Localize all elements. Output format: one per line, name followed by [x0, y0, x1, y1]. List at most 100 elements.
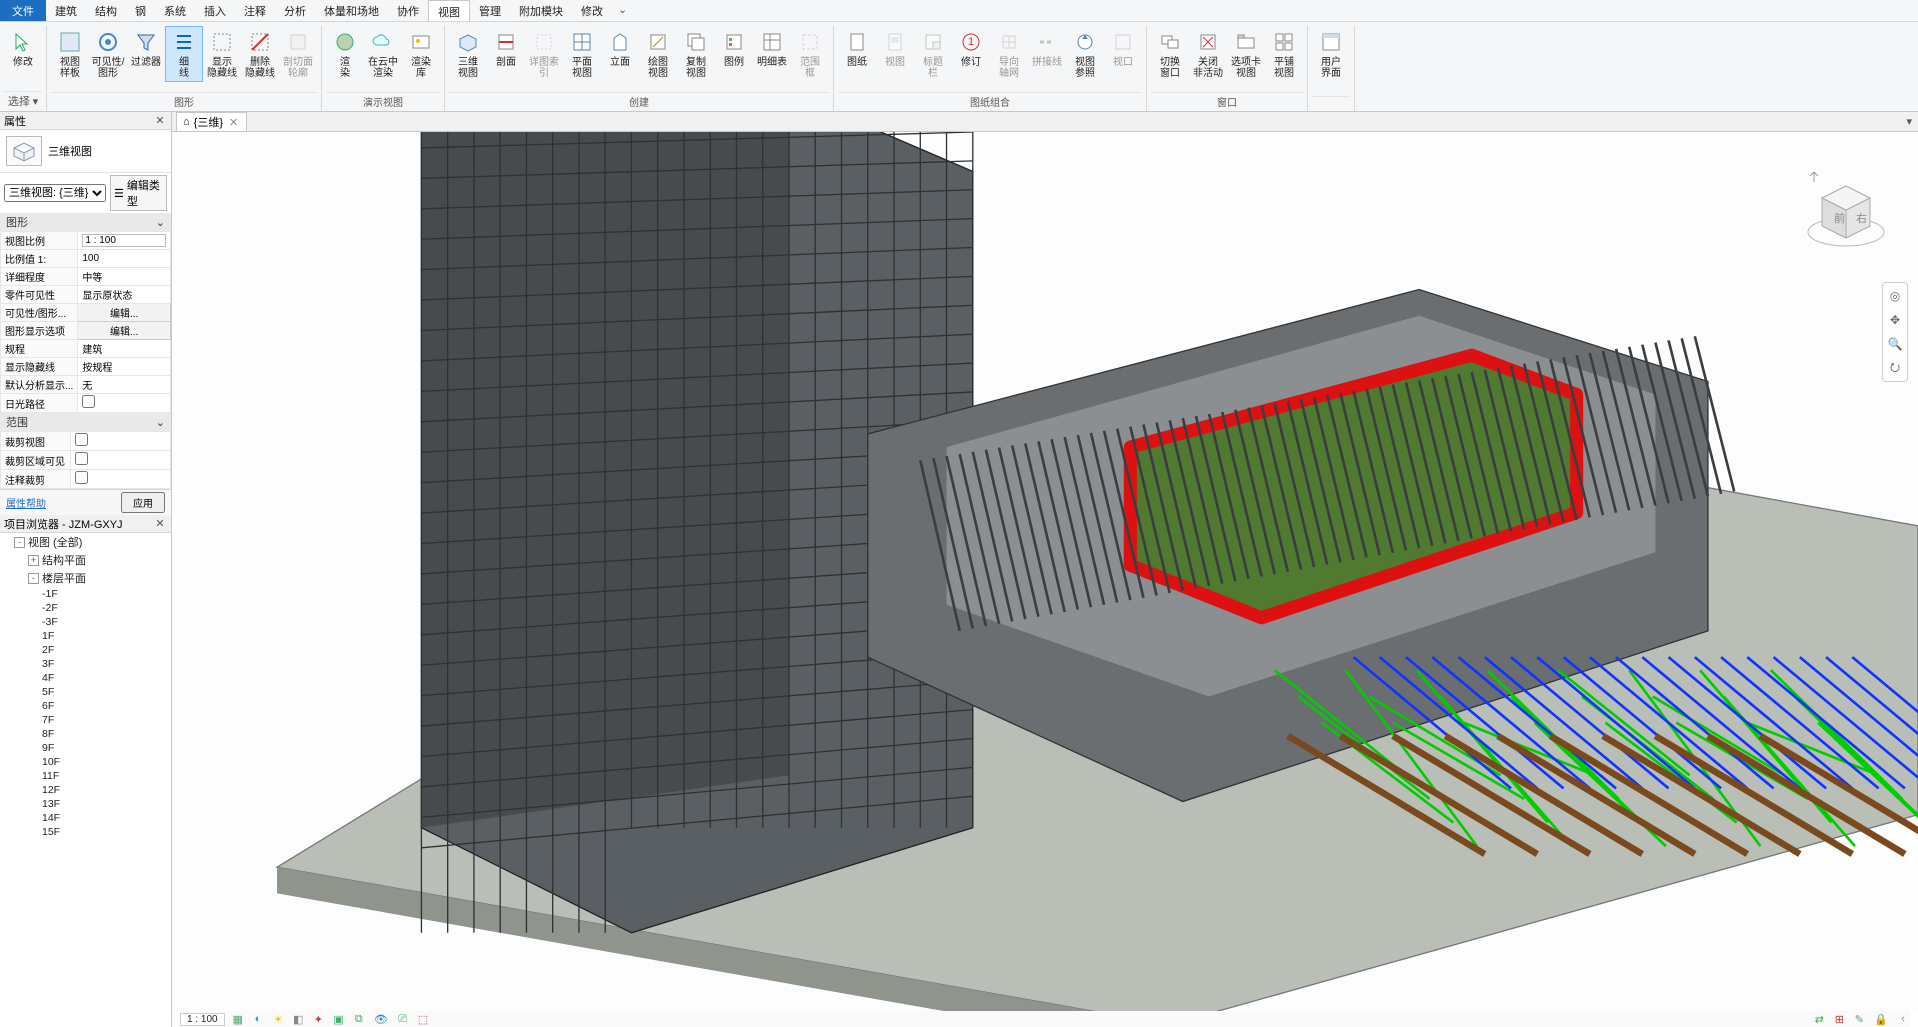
- tab-massingsite[interactable]: 体量和场地: [315, 0, 388, 21]
- section-graphics[interactable]: 图形⌄: [0, 213, 171, 231]
- prop-input[interactable]: [82, 234, 166, 247]
- instance-select[interactable]: 三维视图: {三维}: [4, 184, 106, 202]
- browser-floor-item[interactable]: 4F: [42, 671, 171, 685]
- browser-floor-item[interactable]: 15F: [42, 825, 171, 839]
- browser-struct[interactable]: 结构平面: [42, 552, 86, 568]
- browser-floor-item[interactable]: 9F: [42, 741, 171, 755]
- prop-value[interactable]: 无: [78, 376, 171, 394]
- ribbon-elevation-button[interactable]: 立面: [601, 26, 639, 71]
- tab-modify[interactable]: 修改: [572, 0, 612, 21]
- properties-help-link[interactable]: 属性帮助: [6, 495, 46, 510]
- temporary-hide-icon[interactable]: ⎚: [396, 1012, 410, 1026]
- apply-button[interactable]: 应用: [121, 492, 165, 513]
- prop-value[interactable]: 中等: [78, 268, 171, 286]
- tab-view[interactable]: 视图: [428, 0, 470, 21]
- browser-floor-item[interactable]: 2F: [42, 643, 171, 657]
- close-icon[interactable]: ✕: [153, 114, 167, 127]
- browser-floor-item[interactable]: 1F: [42, 629, 171, 643]
- tab-systems[interactable]: 系统: [155, 0, 195, 21]
- ribbon-template-button[interactable]: 视图 样板: [51, 26, 89, 82]
- browser-floor-item[interactable]: 10F: [42, 755, 171, 769]
- browser-floor-item[interactable]: -3F: [42, 615, 171, 629]
- analytical-icon[interactable]: ⊞: [1832, 1012, 1846, 1026]
- expand-icon[interactable]: +: [28, 555, 39, 566]
- steering-wheel-icon[interactable]: ◎: [1886, 287, 1904, 305]
- worksharing-icon[interactable]: ⇄: [1812, 1012, 1826, 1026]
- project-browser[interactable]: - 视图 (全部) + 结构平面 - 楼层平面 -1F-2F-3F1F2F3F4…: [0, 533, 171, 1027]
- ribbon-removehidden-button[interactable]: 删除 隐藏线: [241, 26, 279, 82]
- render-icon[interactable]: ✦: [311, 1012, 325, 1026]
- tab-addins[interactable]: 附加模块: [510, 0, 572, 21]
- prop-value[interactable]: 显示原状态: [78, 286, 171, 304]
- ribbon-cloudrender-button[interactable]: 在云中 渲染: [364, 26, 402, 82]
- tab-steel[interactable]: 钢: [126, 0, 155, 21]
- more-icon[interactable]: ‹: [1896, 1012, 1910, 1026]
- browser-floor-item[interactable]: 11F: [42, 769, 171, 783]
- collapse-icon[interactable]: -: [14, 537, 25, 548]
- ribbon-showhidden-button[interactable]: 显示 隐藏线: [203, 26, 241, 82]
- browser-floor-item[interactable]: 13F: [42, 797, 171, 811]
- unhide-icon[interactable]: 👁: [372, 1012, 390, 1026]
- prop-value[interactable]: 编辑...: [78, 304, 171, 322]
- ribbon-tileviews-button[interactable]: 平铺 视图: [1265, 26, 1303, 82]
- tabs-options[interactable]: ▾: [1900, 115, 1918, 128]
- tab-analyze[interactable]: 分析: [275, 0, 315, 21]
- ribbon-revisions-button[interactable]: 1修订: [952, 26, 990, 71]
- browser-floor-item[interactable]: 8F: [42, 727, 171, 741]
- tab-structure[interactable]: 结构: [86, 0, 126, 21]
- detail-level-icon[interactable]: ▦: [231, 1012, 245, 1026]
- crop-icon[interactable]: ▣: [331, 1012, 345, 1026]
- ribbon-3dview-button[interactable]: 三维 视图: [449, 26, 487, 82]
- browser-floor-item[interactable]: 3F: [42, 657, 171, 671]
- prop-checkbox[interactable]: [75, 433, 88, 446]
- ribbon-filters-button[interactable]: 过滤器: [127, 26, 165, 71]
- ribbon-render-button[interactable]: 渲 染: [326, 26, 364, 82]
- doc-tab-3d[interactable]: ⌂ {三维} ✕: [176, 112, 247, 131]
- prop-value[interactable]: [78, 394, 171, 413]
- prop-value[interactable]: [71, 470, 171, 489]
- tab-collaborate[interactable]: 协作: [388, 0, 428, 21]
- prop-checkbox[interactable]: [82, 395, 95, 408]
- shadows-icon[interactable]: ◧: [291, 1012, 305, 1026]
- tab-architecture[interactable]: 建筑: [46, 0, 86, 21]
- browser-floor-item[interactable]: -2F: [42, 601, 171, 615]
- visual-style-icon[interactable]: ◐: [251, 1012, 265, 1026]
- browser-floorplans[interactable]: 楼层平面: [42, 570, 86, 586]
- ribbon-dupview-button[interactable]: 复制 视图: [677, 26, 715, 82]
- ribbon-ui-button[interactable]: 用户 界面: [1312, 26, 1350, 82]
- ribbon-visibility-button[interactable]: 可见性/ 图形: [89, 26, 127, 82]
- crop-region-icon[interactable]: ⧉: [352, 1012, 366, 1026]
- ribbon-viewref-button[interactable]: 视图 参照: [1066, 26, 1104, 82]
- prop-checkbox[interactable]: [75, 452, 88, 465]
- prop-value[interactable]: [71, 451, 171, 470]
- close-icon[interactable]: ✕: [153, 517, 167, 530]
- ribbon-schedule-button[interactable]: 明细表: [753, 26, 791, 71]
- section-extents[interactable]: 范围⌄: [0, 413, 171, 431]
- prop-value[interactable]: 按规程: [78, 358, 171, 376]
- ribbon-toggle[interactable]: ⌄: [612, 0, 633, 21]
- collapse-icon[interactable]: -: [28, 573, 39, 584]
- ribbon-switchwin-button[interactable]: 切换 窗口: [1151, 26, 1189, 82]
- file-tab[interactable]: 文件: [0, 0, 46, 21]
- model-canvas[interactable]: 前 右 ◎ ✥ 🔍 ⭮: [172, 132, 1918, 1011]
- view-scale[interactable]: 1 : 100: [180, 1013, 225, 1026]
- browser-floor-item[interactable]: 12F: [42, 783, 171, 797]
- prop-value[interactable]: [78, 232, 171, 250]
- tab-manage[interactable]: 管理: [470, 0, 510, 21]
- highlight-icon[interactable]: ✎: [1852, 1012, 1866, 1026]
- chevron-down-icon[interactable]: ▾: [33, 96, 39, 108]
- ribbon-gallery-button[interactable]: 渲染 库: [402, 26, 440, 82]
- ribbon-section-button[interactable]: 剖面: [487, 26, 525, 71]
- prop-value[interactable]: 100: [78, 250, 171, 268]
- ribbon-tabviews-button[interactable]: 选项卡 视图: [1227, 26, 1265, 82]
- prop-checkbox[interactable]: [75, 471, 88, 484]
- ribbon-planview-button[interactable]: 平面 视图: [563, 26, 601, 82]
- sun-path-icon[interactable]: ☀: [271, 1012, 285, 1026]
- views-root[interactable]: 视图 (全部): [28, 534, 82, 550]
- ribbon-thinlines-button[interactable]: 细 线: [165, 26, 203, 82]
- pan-icon[interactable]: ✥: [1886, 311, 1904, 329]
- ribbon-closehidden-button[interactable]: 关闭 非活动: [1189, 26, 1227, 82]
- view-cube[interactable]: 前 右: [1804, 172, 1888, 256]
- browser-floor-item[interactable]: 5F: [42, 685, 171, 699]
- ribbon-legend-button[interactable]: 图例: [715, 26, 753, 71]
